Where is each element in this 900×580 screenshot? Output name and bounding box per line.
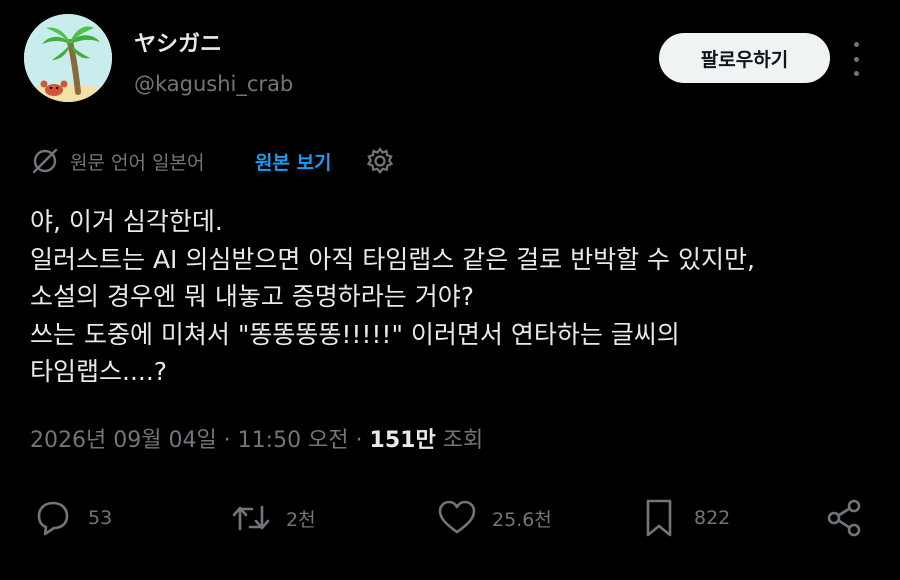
tweet-text: 야, 이거 심각한데. 일러스트는 AI 의심받으면 아직 타임랩스 같은 걸로… <box>30 203 880 391</box>
show-original-link[interactable]: 원본 보기 <box>255 148 332 175</box>
reply-count: 53 <box>88 507 113 529</box>
display-name[interactable]: ヤシガニ <box>134 26 222 58</box>
tweet-meta: 2026년 09월 04일 · 11:50 오전 · 151만 조회 <box>30 422 483 454</box>
translation-source-label: 원문 언어 일본어 <box>70 152 205 174</box>
share-icon <box>827 499 861 537</box>
tweet-line: 쓰는 도중에 미쳐서 "똥똥똥똥!!!!!" 이러면서 연타하는 글씨의 <box>30 319 680 349</box>
bookmark-icon <box>646 499 672 537</box>
palm-crab-avatar-icon <box>24 14 112 102</box>
like-icon <box>438 500 476 534</box>
share-button[interactable] <box>822 496 868 540</box>
views-label: 조회 <box>442 428 484 453</box>
translate-icon <box>32 148 58 174</box>
user-handle[interactable]: @kagushi_crab <box>134 72 293 96</box>
views-count: 151만 <box>369 428 436 453</box>
retweet-button[interactable]: 2천 <box>228 496 316 540</box>
tweet-timestamp[interactable]: 2026년 09월 04일 · 11:50 오전 <box>30 428 349 453</box>
tweet-line: 타임랩스....? <box>30 357 168 386</box>
reply-icon <box>37 501 69 536</box>
like-button[interactable]: 25.6천 <box>434 496 552 540</box>
tweet-line: 야, 이거 심각한데. <box>30 207 223 236</box>
reply-button[interactable]: 53 <box>30 496 112 540</box>
more-icon[interactable] <box>846 42 866 76</box>
bookmark-button[interactable]: 822 <box>636 496 730 540</box>
retweet-count: 2천 <box>286 508 316 531</box>
bookmark-count: 822 <box>694 507 731 529</box>
gear-icon[interactable] <box>365 146 395 176</box>
tweet-line: 소설의 경우엔 뭐 내놓고 증명하라는 거야? <box>30 282 475 311</box>
retweet-icon <box>232 505 270 531</box>
avatar[interactable] <box>24 14 112 102</box>
like-count: 25.6천 <box>492 508 552 531</box>
meta-separator: · <box>348 428 370 453</box>
follow-button[interactable]: 팔로우하기 <box>659 33 830 83</box>
tweet-line: 일러스트는 AI 의심받으면 아직 타임랩스 같은 걸로 반박할 수 있지만, <box>30 244 755 274</box>
